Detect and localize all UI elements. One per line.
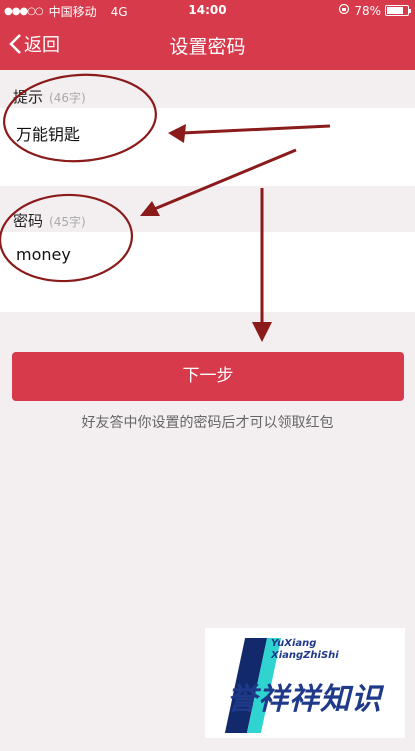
password-char-count: (45字) — [49, 215, 86, 229]
page-title: 设置密码 — [169, 36, 246, 58]
hint-value: 万能钥匙 — [16, 125, 81, 144]
watermark-line2: XiangZhiShi — [271, 650, 339, 661]
nav-bar: 返回 设置密码 — [0, 20, 415, 70]
rotation-lock-icon — [338, 3, 350, 18]
battery-percent: 78% — [354, 3, 381, 18]
password-label-row: 密码 (45字) — [13, 210, 86, 231]
next-step-button[interactable]: 下一步 — [12, 352, 404, 401]
battery-icon — [385, 5, 411, 16]
hint-label: 提示 — [13, 88, 44, 106]
password-label: 密码 — [13, 212, 44, 230]
hint-label-row: 提示 (46字) — [13, 86, 86, 107]
watermark-main: 誉祥祥知识 — [227, 682, 382, 717]
password-value: money — [16, 245, 71, 264]
footer-hint: 好友答中你设置的密码后才可以领取红包 — [81, 415, 334, 431]
hint-field[interactable]: 万能钥匙 — [0, 108, 415, 186]
status-right: 78% — [338, 3, 411, 18]
hint-char-count: (46字) — [49, 91, 86, 105]
watermark-line1: YuXiang — [271, 638, 317, 649]
watermark-logo: YuXiang XiangZhiShi 誉祥祥知识 — [205, 628, 405, 738]
password-field[interactable]: money — [0, 232, 415, 312]
status-bar: ●●●○○ 中国移动 4G 14:00 78% — [0, 0, 415, 20]
